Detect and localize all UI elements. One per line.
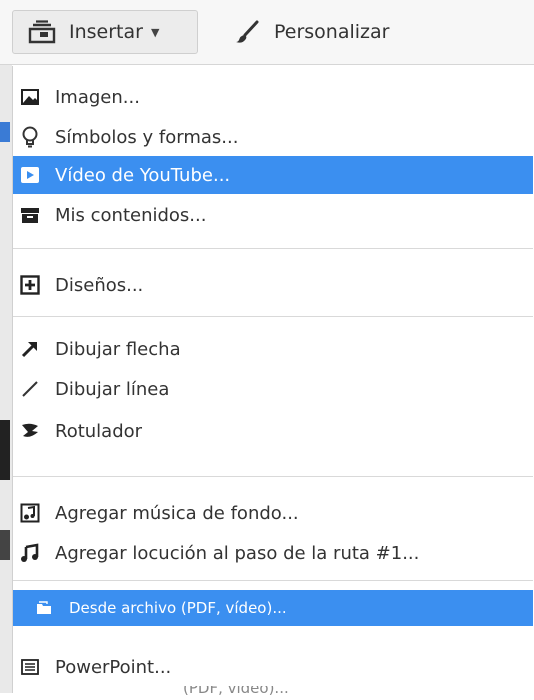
brush-icon [232, 19, 262, 45]
music-note-icon [19, 542, 41, 564]
menu-item-label: Agregar música de fondo... [55, 502, 299, 524]
menu-item-add-voiceover[interactable]: Agregar locución al paso de la ruta #1..… [13, 534, 533, 572]
plus-square-icon [19, 274, 41, 296]
slides-icon [19, 656, 41, 678]
menu-item-youtube-video[interactable]: Vídeo de YouTube... [13, 156, 533, 194]
menu-item-label: Dibujar línea [55, 378, 170, 400]
menu-separator [13, 476, 533, 477]
menu-item-image[interactable]: Imagen... [13, 78, 533, 116]
menu-item-label: Desde archivo (PDF, vídeo)... [69, 599, 287, 617]
youtube-play-icon [19, 164, 41, 186]
caret-down-icon: ▼ [150, 25, 160, 39]
marker-icon [19, 420, 41, 442]
arrow-icon [19, 338, 41, 360]
menu-item-marker[interactable]: Rotulador [13, 412, 533, 450]
insert-label: Insertar [69, 21, 143, 43]
menu-item-label: Vídeo de YouTube... [55, 164, 231, 186]
menu-item-label: Dibujar flecha [55, 338, 181, 360]
menu-item-draw-arrow[interactable]: Dibujar flecha [13, 330, 533, 368]
menu-separator [13, 580, 533, 581]
folder-icon [33, 597, 55, 619]
menu-item-my-contents[interactable]: Mis contenidos... [13, 196, 533, 234]
menu-item-add-background-music[interactable]: Agregar música de fondo... [13, 494, 533, 532]
line-icon [19, 378, 41, 400]
background-mark [0, 530, 10, 560]
menu-item-label: Imagen... [55, 86, 140, 108]
archive-box-icon [19, 204, 41, 226]
insert-stack-icon [27, 19, 57, 45]
insert-dropdown-menu: Imagen... Símbolos y formas... Vídeo de … [12, 66, 534, 696]
menu-item-label: Mis contenidos... [55, 204, 207, 226]
menu-item-label: Agregar locución al paso de la ruta #1..… [55, 542, 420, 564]
personalize-label: Personalizar [274, 21, 390, 43]
insert-menu-button[interactable]: Insertar ▼ [12, 10, 198, 54]
menu-item-draw-line[interactable]: Dibujar línea [13, 370, 533, 408]
menu-item-powerpoint[interactable]: PowerPoint... [13, 648, 533, 686]
background-mark [0, 420, 10, 480]
image-icon [19, 86, 41, 108]
menu-item-symbols-shapes[interactable]: Símbolos y formas... [13, 118, 533, 156]
background-canvas [0, 64, 12, 693]
menu-item-label: Rotulador [55, 420, 143, 442]
menu-item-label: PowerPoint... [55, 656, 172, 678]
menu-item-layouts[interactable]: Diseños... [13, 266, 533, 304]
menu-separator [13, 316, 533, 317]
menu-item-label: Símbolos y formas... [55, 126, 239, 148]
menu-item-label: Diseños... [55, 274, 144, 296]
background-mark [0, 122, 10, 142]
overlapped-label-fragment: (PDF, vídeo)... [183, 686, 289, 697]
menu-item-from-file[interactable]: Desde archivo (PDF, vídeo)... [13, 590, 533, 626]
personalize-button[interactable]: Personalizar [228, 10, 472, 54]
menu-separator [13, 248, 533, 249]
toolbar: Insertar ▼ Personalizar [0, 0, 534, 65]
music-file-icon [19, 502, 41, 524]
lightbulb-icon [19, 126, 41, 148]
